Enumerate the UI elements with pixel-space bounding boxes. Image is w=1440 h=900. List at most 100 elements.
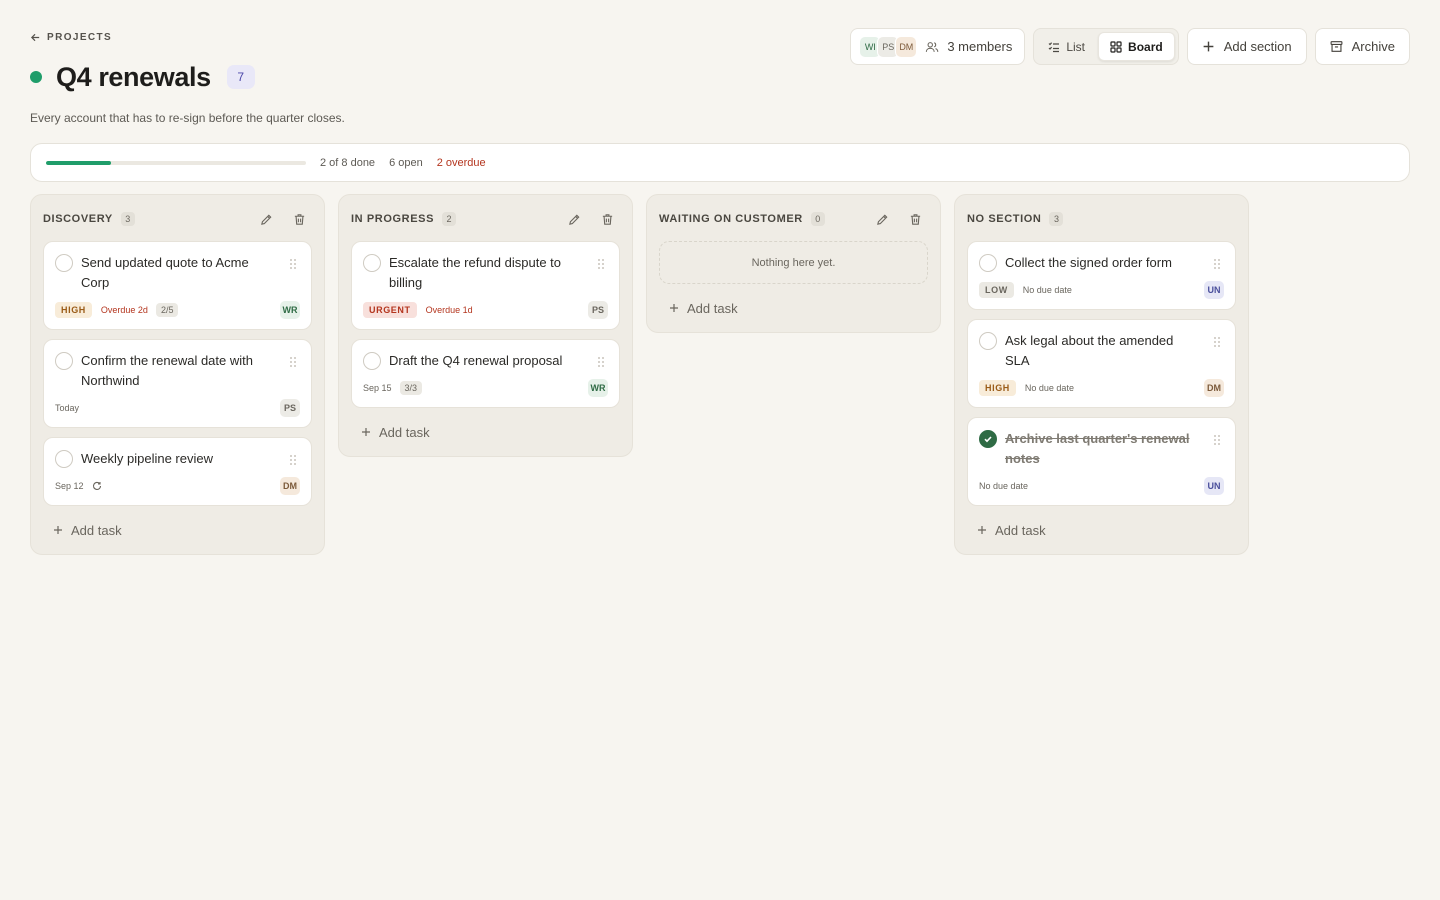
task-card[interactable]: Send updated quote to Acme Corp HIGH Ove… bbox=[43, 241, 312, 330]
overdue-stat[interactable]: 2 overdue bbox=[437, 157, 486, 169]
card-top: Draft the Q4 renewal proposal bbox=[363, 351, 608, 371]
task-meta: LOW No due date UN bbox=[979, 281, 1224, 299]
task-card[interactable]: Escalate the refund dispute to billing U… bbox=[351, 241, 620, 330]
drag-handle-icon[interactable] bbox=[597, 258, 605, 270]
card-list: Send updated quote to Acme Corp HIGH Ove… bbox=[43, 241, 312, 506]
due-label: Overdue 2d bbox=[100, 305, 148, 315]
archive-label: Archive bbox=[1351, 39, 1395, 54]
card-list: Escalate the refund dispute to billing U… bbox=[351, 241, 620, 408]
trash-icon[interactable] bbox=[293, 213, 306, 226]
task-card[interactable]: Confirm the renewal date with Northwind … bbox=[43, 339, 312, 428]
view-list-label: List bbox=[1066, 39, 1086, 54]
column-header: NO SECTION 3 bbox=[967, 207, 1236, 231]
drag-handle-icon[interactable] bbox=[597, 356, 605, 368]
done-stat: 2 of 8 done bbox=[320, 156, 376, 169]
member-avatars: WI PS DM bbox=[859, 35, 918, 58]
task-card[interactable]: Collect the signed order form LOW No due… bbox=[967, 241, 1236, 310]
task-meta: Sep 12 DM bbox=[55, 477, 300, 495]
arrow-left-icon bbox=[30, 33, 40, 41]
pencil-icon[interactable] bbox=[876, 213, 889, 226]
column-header: IN PROGRESS 2 bbox=[351, 207, 620, 231]
add-task-button[interactable]: Add task bbox=[361, 422, 620, 442]
view-board-button[interactable]: Board bbox=[1098, 32, 1175, 61]
task-checkbox[interactable] bbox=[55, 254, 73, 272]
task-checkbox[interactable] bbox=[363, 254, 381, 272]
card-top: Weekly pipeline review bbox=[55, 449, 300, 469]
priority-tag: URGENT bbox=[363, 302, 417, 318]
task-title: Escalate the refund dispute to billing bbox=[389, 255, 562, 290]
task-meta: HIGH Overdue 2d 2/5 WR bbox=[55, 301, 300, 319]
drag-handle-icon[interactable] bbox=[289, 356, 297, 368]
task-checkbox[interactable] bbox=[979, 254, 997, 272]
page-title: Q4 renewals bbox=[56, 61, 211, 92]
task-checkbox[interactable] bbox=[979, 332, 997, 350]
column-name: WAITING ON CUSTOMER bbox=[659, 213, 803, 225]
column-name: IN PROGRESS bbox=[351, 213, 435, 225]
members-button[interactable]: WI PS DM 3 members bbox=[850, 28, 1026, 65]
drag-handle-icon[interactable] bbox=[289, 454, 297, 466]
priority-tag: HIGH bbox=[979, 380, 1016, 396]
add-task-button[interactable]: Add task bbox=[977, 520, 1236, 540]
due-label: No due date bbox=[979, 481, 1029, 491]
drag-handle-icon[interactable] bbox=[289, 258, 297, 270]
task-meta: HIGH No due date DM bbox=[979, 379, 1224, 397]
archive-button[interactable]: Archive bbox=[1314, 28, 1410, 65]
trash-icon[interactable] bbox=[601, 213, 614, 226]
drag-handle-icon[interactable] bbox=[1213, 336, 1221, 348]
add-task-button[interactable]: Add task bbox=[53, 520, 312, 540]
add-task-button[interactable]: Add task bbox=[669, 298, 928, 318]
pencil-icon[interactable] bbox=[260, 213, 273, 226]
task-card[interactable]: Ask legal about the amended SLA HIGH No … bbox=[967, 319, 1236, 408]
progress-summary: 2 of 8 done 6 open 2 overdue bbox=[30, 143, 1410, 182]
drag-handle-icon[interactable] bbox=[1213, 434, 1221, 446]
plus-icon bbox=[54, 526, 62, 534]
view-switcher: List Board bbox=[1033, 28, 1179, 65]
owner-avatar: UN bbox=[1204, 281, 1224, 299]
task-card[interactable]: Archive last quarter's renewal notes No … bbox=[967, 417, 1236, 506]
task-checkbox[interactable] bbox=[55, 352, 73, 370]
owner-avatar: UN bbox=[1204, 477, 1224, 495]
column-in-progress: IN PROGRESS 2 Escalate the refund disput… bbox=[338, 194, 633, 457]
title-row: Q4 renewals 7 bbox=[30, 60, 1410, 94]
add-section-button[interactable]: Add section bbox=[1186, 28, 1307, 65]
task-title: Draft the Q4 renewal proposal bbox=[389, 353, 563, 368]
card-top: Escalate the refund dispute to billing bbox=[363, 253, 608, 293]
add-task-label: Add task bbox=[71, 522, 122, 538]
view-list-button[interactable]: List bbox=[1037, 32, 1096, 61]
column-count: 2 bbox=[442, 212, 457, 226]
task-checkbox[interactable] bbox=[363, 352, 381, 370]
due-label: Sep 12 bbox=[55, 481, 84, 491]
task-meta: Today PS bbox=[55, 399, 300, 417]
board: DISCOVERY 3 Send updated quote to Acme C… bbox=[30, 194, 1410, 555]
task-card[interactable]: Draft the Q4 renewal proposal Sep 15 3/3… bbox=[351, 339, 620, 408]
task-checkbox[interactable] bbox=[55, 450, 73, 468]
project-description: Every account that has to re-sign before… bbox=[30, 111, 345, 125]
plus-icon bbox=[362, 428, 370, 436]
progress-fill bbox=[46, 160, 111, 165]
users-icon bbox=[926, 41, 939, 52]
owner-avatar: WR bbox=[588, 379, 608, 397]
subtask-count: 2/5 bbox=[155, 303, 179, 317]
due-label: Today bbox=[55, 403, 80, 413]
add-task-label: Add task bbox=[687, 300, 738, 316]
members-label: 3 members bbox=[947, 39, 1013, 54]
column-header: DISCOVERY 3 bbox=[43, 207, 312, 231]
priority-tag: LOW bbox=[979, 282, 1014, 298]
breadcrumb-label: PROJECTS bbox=[47, 31, 113, 43]
task-checkbox-checked[interactable] bbox=[979, 430, 997, 448]
archive-icon bbox=[1330, 41, 1343, 52]
avatar: DM bbox=[895, 35, 918, 58]
task-meta: Sep 15 3/3 WR bbox=[363, 379, 608, 397]
column-header: WAITING ON CUSTOMER 0 bbox=[659, 207, 928, 231]
card-top: Ask legal about the amended SLA bbox=[979, 331, 1224, 371]
card-list: Collect the signed order form LOW No due… bbox=[967, 241, 1236, 506]
task-card[interactable]: Weekly pipeline review Sep 12 DM bbox=[43, 437, 312, 506]
drag-handle-icon[interactable] bbox=[1213, 258, 1221, 270]
column-tools bbox=[876, 213, 928, 226]
trash-icon[interactable] bbox=[909, 213, 922, 226]
pencil-icon[interactable] bbox=[568, 213, 581, 226]
owner-avatar: PS bbox=[280, 399, 300, 417]
open-stat: 6 open bbox=[389, 156, 423, 169]
add-section-label: Add section bbox=[1223, 39, 1292, 54]
task-title: Send updated quote to Acme Corp bbox=[81, 255, 249, 290]
